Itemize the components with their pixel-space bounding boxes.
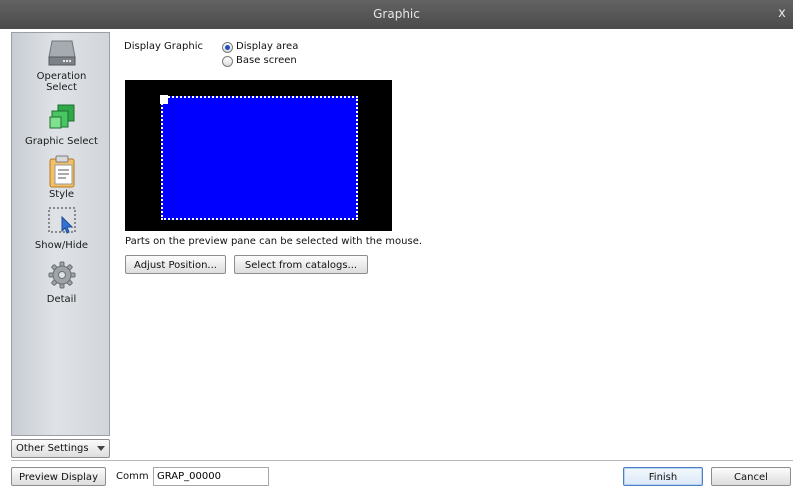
- sidebar-item-graphic-select[interactable]: Graphic Select: [12, 103, 111, 147]
- chevron-down-icon: [97, 446, 105, 451]
- sidebar-item-detail[interactable]: Detail: [12, 259, 111, 305]
- cancel-button[interactable]: Cancel: [711, 467, 791, 486]
- sidebar-item-label: Operation Select: [36, 71, 87, 93]
- adjust-position-button[interactable]: Adjust Position...: [125, 255, 226, 274]
- display-graphic-label: Display Graphic: [124, 41, 203, 52]
- sidebar: Operation Select Graphic Select Style Sh…: [11, 32, 110, 436]
- preview-hint: Parts on the preview pane can be selecte…: [125, 236, 423, 247]
- radio-base-screen-label: Base screen: [236, 55, 297, 66]
- finish-button[interactable]: Finish: [623, 467, 703, 486]
- sidebar-item-label: Style: [48, 189, 75, 200]
- bottom-divider: [11, 460, 793, 461]
- other-settings-dropdown[interactable]: Other Settings: [11, 439, 110, 458]
- preview-display-button[interactable]: Preview Display: [11, 467, 106, 486]
- radio-display-area-label: Display area: [236, 41, 299, 52]
- sidebar-item-label: Show/Hide: [34, 240, 89, 251]
- radio-base-screen[interactable]: [222, 56, 233, 67]
- sidebar-item-style[interactable]: Style: [12, 153, 111, 200]
- pencil-marker-icon: [160, 95, 168, 104]
- comment-field[interactable]: [153, 467, 269, 486]
- title-bar: Graphic x: [0, 0, 793, 29]
- drive-icon: [47, 40, 76, 66]
- graphic-display-area[interactable]: [161, 96, 358, 220]
- gear-icon: [48, 261, 75, 289]
- sidebar-item-label: Graphic Select: [25, 136, 98, 147]
- radio-display-area[interactable]: [222, 42, 233, 53]
- graphic-squares-icon: [49, 104, 74, 129]
- clipboard-style-icon: [49, 155, 74, 188]
- sidebar-item-show-hide[interactable]: Show/Hide: [12, 205, 111, 251]
- comment-label: Comm: [116, 471, 149, 482]
- close-icon[interactable]: x: [775, 6, 789, 22]
- select-from-catalogs-button[interactable]: Select from catalogs...: [234, 255, 368, 274]
- sidebar-item-label: Detail: [46, 294, 77, 305]
- preview-pane[interactable]: [125, 80, 392, 231]
- sidebar-item-operation-select[interactable]: Operation Select: [12, 37, 111, 93]
- other-settings-label: Other Settings: [16, 443, 89, 454]
- cursor-selection-icon: [48, 207, 75, 234]
- window-title: Graphic: [373, 7, 420, 21]
